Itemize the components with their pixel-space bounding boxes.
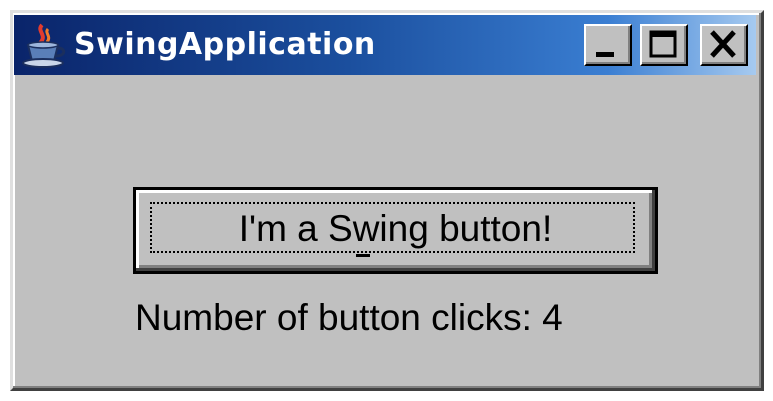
maximize-button[interactable] <box>640 24 688 66</box>
swing-button-label: I'm a Swing button! <box>238 208 553 249</box>
swing-button[interactable]: I'm a Swing button! <box>133 187 658 274</box>
maximize-icon <box>649 30 677 58</box>
java-coffee-cup-icon[interactable] <box>20 21 68 69</box>
window-title: SwingApplication <box>74 27 376 62</box>
minimize-icon <box>596 52 614 57</box>
click-count-label: Number of button clicks: 4 <box>135 297 563 338</box>
title-bar[interactable]: SwingApplication <box>14 15 756 75</box>
close-button[interactable] <box>700 24 748 66</box>
mnemonic-underline <box>356 254 370 257</box>
minimize-button[interactable] <box>584 24 632 66</box>
close-icon <box>710 30 736 58</box>
